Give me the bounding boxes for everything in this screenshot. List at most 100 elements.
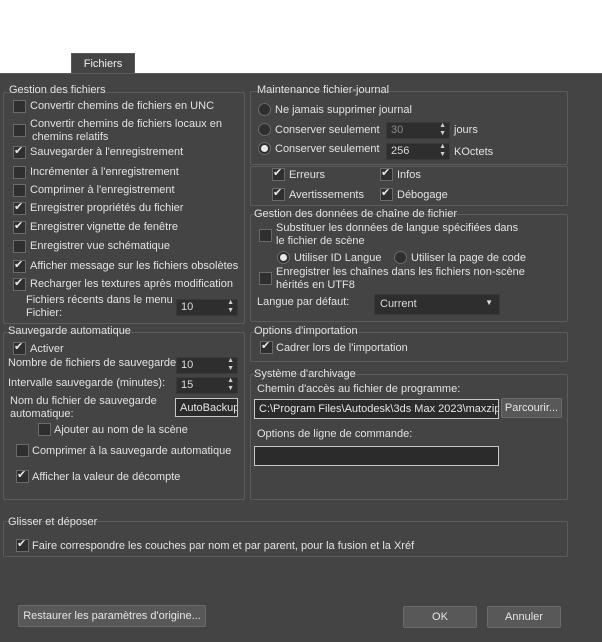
default-language-value: Current [380,298,417,310]
keep-days-value: 30 [391,124,404,136]
autosave-enable-checkbox[interactable] [13,340,26,355]
zoom-on-import-label: Cadrer lors de l'importation [276,342,408,354]
cancel-button[interactable]: Annuler [487,606,561,628]
keep-days-spinner[interactable]: 30 ▲ ▼ [386,122,450,139]
kb-unit-label: KOctets [454,146,494,158]
errors-label: Erreurs [289,169,326,181]
override-language-checkbox[interactable] [259,229,272,242]
backup-count-value: 10 [181,359,194,371]
increment-on-save-label: Incrémenter à l'enregistrement [30,166,179,178]
ok-button[interactable]: OK [403,606,477,628]
string-data-title: Gestion des données de chaîne de fichier [254,208,458,220]
autosave-compress-checkbox[interactable] [16,444,29,457]
backup-on-save-label: Sauvegarder à l'enregistrement [30,146,184,158]
recent-files-label: Fichiers récents dans le menu [26,294,173,306]
obsolete-file-message-checkbox[interactable] [13,258,26,273]
recent-files-label-line2: Fichier: [26,307,63,319]
backup-count-label: Nombre de fichiers de sauvegarde: [8,357,180,369]
save-file-properties-label: Enregistrer propriétés du fichier [30,202,184,214]
zoom-on-import-checkbox[interactable] [260,339,273,354]
spinner-arrows-icon[interactable]: ▲ ▼ [227,357,234,373]
save-schematic-view-checkbox[interactable] [13,240,26,253]
log-maintenance-title: Maintenance fichier-journal [257,84,390,96]
recent-files-spinner[interactable]: 10 ▲ ▼ [176,299,238,316]
use-language-id-radio[interactable] [277,251,290,264]
backup-count-spinner[interactable]: 10 ▲ ▼ [176,357,238,374]
never-delete-log-radio[interactable] [258,103,271,116]
infos-label: Infos [397,169,421,181]
chevron-down-icon: ▼ [485,298,493,307]
keep-days-radio[interactable] [258,123,271,136]
command-line-label: Options de ligne de commande: [257,428,413,440]
default-language-dropdown[interactable]: Current ▼ [374,294,500,315]
command-line-input[interactable] [254,446,499,466]
show-countdown-label: Afficher la valeur de décompte [32,471,181,483]
convert-relative-label: Convertir chemins de fichiers locaux en [30,118,222,130]
autosave-title: Sauvegarde automatique [8,325,131,337]
backup-name-label-line2: automatique: [10,408,74,420]
tab-fichiers[interactable]: Fichiers [71,53,135,75]
debug-checkbox[interactable] [380,186,393,201]
convert-unc-checkbox[interactable] [13,100,26,113]
reload-textures-checkbox[interactable] [13,276,26,291]
days-unit-label: jours [454,124,478,136]
browse-button[interactable]: Parcourir... [501,398,562,418]
backup-name-input[interactable]: AutoBackup [175,398,238,417]
infos-checkbox[interactable] [380,166,393,181]
spinner-arrows-icon[interactable]: ▲ ▼ [439,122,446,138]
backup-interval-value: 15 [181,379,194,391]
backup-name-value: AutoBackup [180,402,238,414]
drag-drop-title: Glisser et déposer [8,516,98,528]
use-codepage-label: Utiliser la page de code [411,252,526,264]
keep-kb-spinner[interactable]: 256 ▲ ▼ [386,143,450,160]
spinner-arrows-icon[interactable]: ▲ ▼ [227,299,234,315]
backup-interval-spinner[interactable]: 15 ▲ ▼ [176,377,238,394]
warnings-label: Avertissements [289,189,364,201]
autosave-enable-label: Activer [30,343,64,355]
match-layers-checkbox[interactable] [16,537,29,552]
reload-textures-label: Recharger les textures après modificatio… [30,278,233,290]
keep-kb-label: Conserver seulement [275,143,380,155]
use-codepage-radio[interactable] [394,251,407,264]
keep-days-label: Conserver seulement [275,124,380,136]
archive-path-input[interactable]: C:\Program Files\Autodesk\3ds Max 2023\m… [254,399,499,419]
file-handling-title: Gestion des fichiers [9,84,106,96]
save-file-properties-checkbox[interactable] [13,200,26,215]
errors-checkbox[interactable] [272,166,285,181]
save-utf8-label: Enregistrer les chaînes dans les fichier… [276,266,525,278]
append-scene-name-label: Ajouter au nom de la scène [54,424,188,436]
compress-on-save-label: Comprimer à l'enregistrement [30,184,175,196]
autosave-compress-label: Comprimer à la sauvegarde automatique [32,445,232,457]
keep-kb-radio[interactable] [258,142,271,155]
save-viewport-thumbnail-label: Enregistrer vignette de fenêtre [30,221,178,233]
archive-system-title: Système d'archivage [254,368,356,380]
backup-on-save-checkbox[interactable] [13,144,26,159]
default-language-label: Langue par défaut: [257,296,350,308]
archive-path-value: C:\Program Files\Autodesk\3ds Max 2023\m… [259,403,499,415]
spinner-arrows-icon[interactable]: ▲ ▼ [439,143,446,159]
use-language-id-label: Utiliser ID Langue [294,252,382,264]
keep-kb-value: 256 [391,145,410,157]
compress-on-save-checkbox[interactable] [13,184,26,197]
convert-unc-label: Convertir chemins de fichiers en UNC [30,100,215,112]
archive-path-label: Chemin d'accès au fichier de programme: [257,383,461,395]
increment-on-save-checkbox[interactable] [13,166,26,179]
convert-relative-checkbox[interactable] [13,124,26,137]
override-language-label-line2: le fichier de scène [276,235,365,247]
show-countdown-checkbox[interactable] [16,468,29,483]
save-schematic-view-label: Enregistrer vue schématique [30,240,171,252]
override-language-label: Substituer les données de langue spécifi… [276,222,519,234]
save-viewport-thumbnail-checkbox[interactable] [13,219,26,234]
save-utf8-label-line2: hérités en UTF8 [276,279,355,291]
warnings-checkbox[interactable] [272,186,285,201]
restore-defaults-button[interactable]: Restaurer les paramètres d'origine... [18,605,206,627]
recent-files-value: 10 [181,301,194,313]
spinner-arrows-icon[interactable]: ▲ ▼ [227,377,234,393]
save-utf8-checkbox[interactable] [259,272,272,285]
import-options-title: Options d'importation [254,325,358,337]
debug-label: Débogage [397,189,448,201]
match-layers-label: Faire correspondre les couches par nom e… [32,540,415,552]
convert-relative-label-line2: chemins relatifs [32,131,109,143]
append-scene-name-checkbox[interactable] [38,423,51,436]
obsolete-file-message-label: Afficher message sur les fichiers obsolè… [30,260,239,272]
